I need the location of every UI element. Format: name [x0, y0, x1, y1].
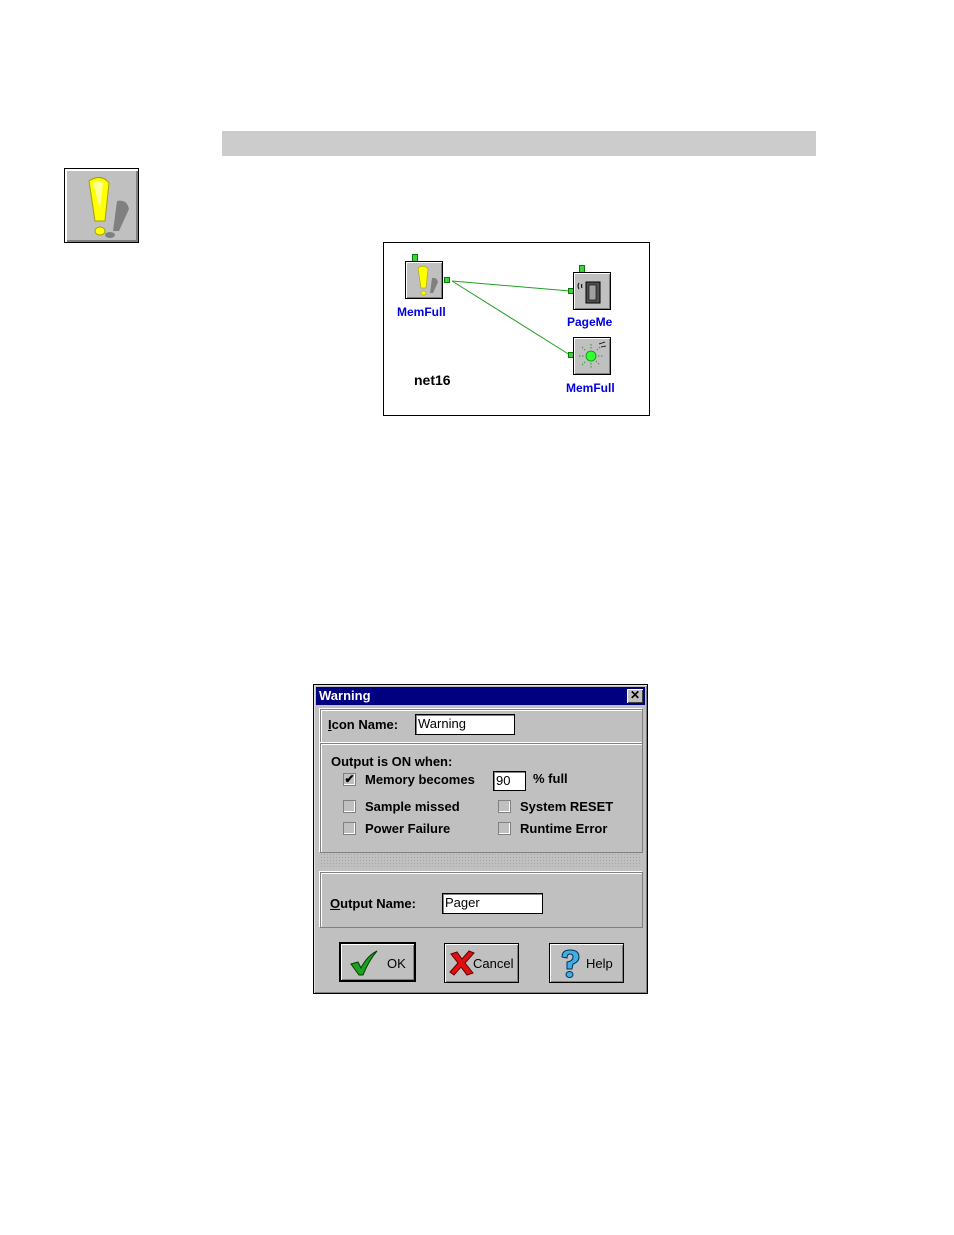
dotted-separator	[320, 853, 641, 867]
dialog-title: Warning	[319, 688, 371, 703]
percent-full-label: % full	[533, 771, 568, 786]
cancel-x-icon	[449, 950, 475, 976]
help-button[interactable]: Help	[549, 943, 624, 983]
connection-line	[451, 280, 571, 356]
memory-becomes-checkbox[interactable]: ✔	[343, 773, 356, 786]
memfull-output-node[interactable]	[573, 337, 611, 375]
net-label: net16	[414, 372, 451, 388]
cancel-button[interactable]: Cancel	[444, 943, 519, 983]
power-failure-label: Power Failure	[365, 821, 451, 836]
icon-name-label: Icon Name:	[328, 717, 399, 732]
sample-missed-checkbox[interactable]	[343, 800, 356, 813]
network-diagram: MemFull PageMe MemFull net16	[383, 242, 650, 416]
node-label: PageMe	[567, 315, 613, 329]
system-reset-checkbox[interactable]	[498, 800, 511, 813]
header-bar	[222, 131, 816, 156]
title-bar[interactable]: Warning ✕	[316, 687, 645, 705]
cancel-button-label: Cancel	[473, 956, 514, 971]
node-output-port[interactable]	[444, 277, 450, 283]
runtime-error-checkbox[interactable]	[498, 822, 511, 835]
warning-exclamation-icon	[64, 168, 139, 243]
node-label: MemFull	[566, 381, 615, 395]
help-button-label: Help	[586, 956, 613, 971]
ok-button[interactable]: OK	[339, 942, 416, 982]
output-group-label: Output is ON when:	[331, 754, 453, 769]
power-failure-checkbox[interactable]	[343, 822, 356, 835]
output-name-input[interactable]: Pager	[442, 893, 543, 914]
icon-name-input[interactable]: Warning	[415, 714, 515, 735]
runtime-error-label: Runtime Error	[520, 821, 608, 836]
node-label: MemFull	[397, 305, 446, 319]
check-icon	[350, 950, 378, 976]
system-reset-label: System RESET	[520, 799, 614, 814]
ok-button-label: OK	[387, 956, 406, 971]
output-name-label: Output Name:	[330, 896, 416, 911]
close-icon[interactable]: ✕	[627, 689, 643, 703]
pager-icon	[577, 281, 601, 304]
connection-line	[451, 280, 571, 292]
warning-exclamation-icon	[417, 265, 438, 296]
memfull-source-node[interactable]	[405, 261, 443, 299]
pageme-node[interactable]	[573, 272, 611, 310]
memory-becomes-label: Memory becomes	[365, 772, 475, 787]
output-light-icon	[579, 341, 607, 368]
warning-dialog: Warning ✕ Icon Name: Warning Output is O…	[313, 684, 648, 994]
sample-missed-label: Sample missed	[365, 799, 460, 814]
help-question-icon	[561, 949, 580, 978]
memory-percent-input[interactable]: 90	[493, 771, 526, 791]
